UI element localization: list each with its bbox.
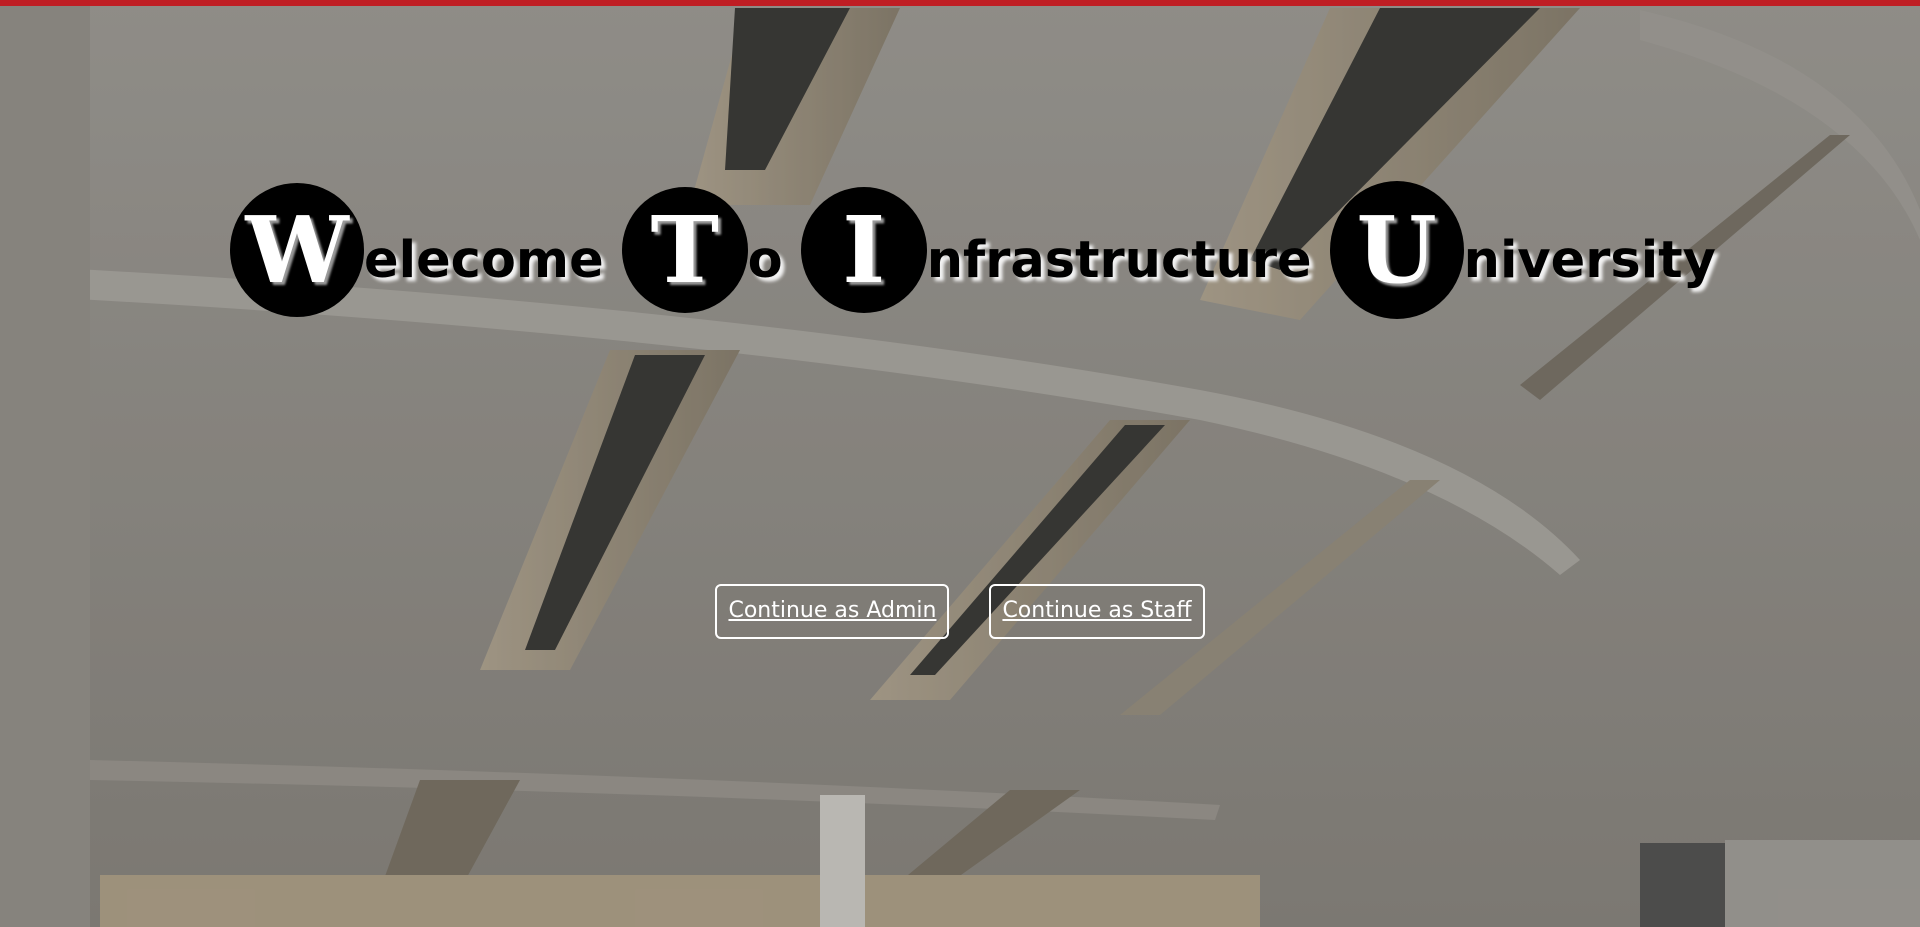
title-initial-i: I [800, 187, 927, 313]
continue-as-admin-button[interactable]: Continue as Admin [715, 584, 950, 640]
title-initial-u: U [1329, 181, 1464, 319]
continue-as-staff-button[interactable]: Continue as Staff [989, 584, 1205, 640]
action-buttons: Continue as Admin Continue as Staff [0, 584, 1920, 640]
welcome-title: W elecome T o I nfrastructure U niversit… [230, 180, 1716, 320]
background-overlay [0, 0, 1920, 927]
title-word-rest-to: o [747, 230, 783, 290]
background-image [0, 0, 1920, 927]
title-initial-t: T [621, 187, 748, 313]
title-word-rest-infrastructure: nfrastructure [926, 230, 1312, 290]
title-initial-w: W [230, 183, 364, 317]
title-word-rest-university: niversity [1463, 230, 1716, 290]
top-accent-bar [0, 0, 1920, 6]
title-word-rest-welcome: elecome [364, 230, 604, 290]
